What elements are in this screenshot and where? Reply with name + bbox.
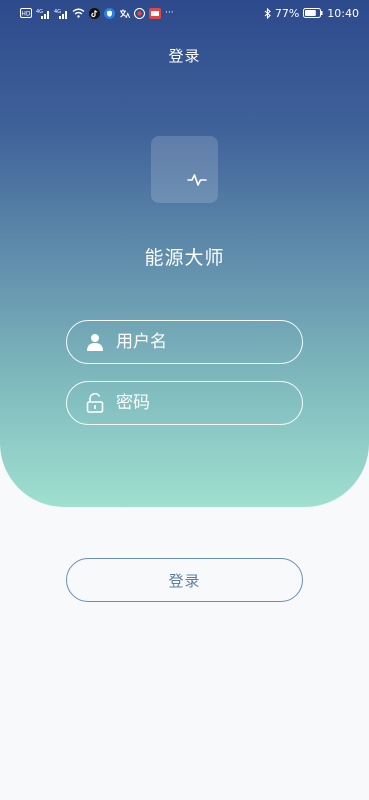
more-notifications-icon: ··· bbox=[165, 8, 174, 18]
4g-signal-icon: 4G bbox=[54, 7, 68, 19]
hd-icon: HD bbox=[20, 7, 32, 19]
pulse-icon bbox=[187, 174, 207, 186]
app-logo bbox=[151, 136, 218, 203]
status-bar-right: 77% 10:40 bbox=[264, 7, 359, 20]
user-icon bbox=[85, 332, 105, 352]
wifi-icon bbox=[72, 7, 85, 19]
battery-percent: 77% bbox=[274, 6, 300, 20]
page-title: 登录 bbox=[168, 47, 201, 65]
clock-time: 10:40 bbox=[327, 6, 359, 20]
battery-icon bbox=[303, 7, 323, 19]
password-field[interactable] bbox=[66, 381, 303, 425]
status-bar-left: HD 4G 4G ··· bbox=[20, 7, 174, 19]
app-name: 能源大师 bbox=[144, 247, 225, 269]
svg-text:HD: HD bbox=[21, 11, 31, 18]
app-icon bbox=[134, 7, 145, 19]
app-badge-icon bbox=[149, 7, 161, 19]
status-bar: HD 4G 4G ··· 77% 10:40 bbox=[0, 0, 369, 26]
username-input[interactable] bbox=[116, 332, 286, 352]
lock-icon bbox=[85, 393, 105, 413]
shield-icon bbox=[104, 7, 115, 19]
translate-icon bbox=[119, 7, 130, 19]
password-input[interactable] bbox=[116, 393, 286, 413]
username-field[interactable] bbox=[66, 320, 303, 364]
tiktok-icon bbox=[89, 7, 100, 19]
login-button[interactable]: 登录 bbox=[66, 558, 303, 602]
login-screen: HD 4G 4G ··· 77% 10:40 登录 能源大师 用户名 登录 bbox=[0, 0, 369, 800]
4g-signal-icon: 4G bbox=[36, 7, 50, 19]
svg-text:4G: 4G bbox=[54, 9, 61, 15]
bluetooth-icon bbox=[264, 7, 271, 19]
svg-text:4G: 4G bbox=[36, 9, 43, 15]
